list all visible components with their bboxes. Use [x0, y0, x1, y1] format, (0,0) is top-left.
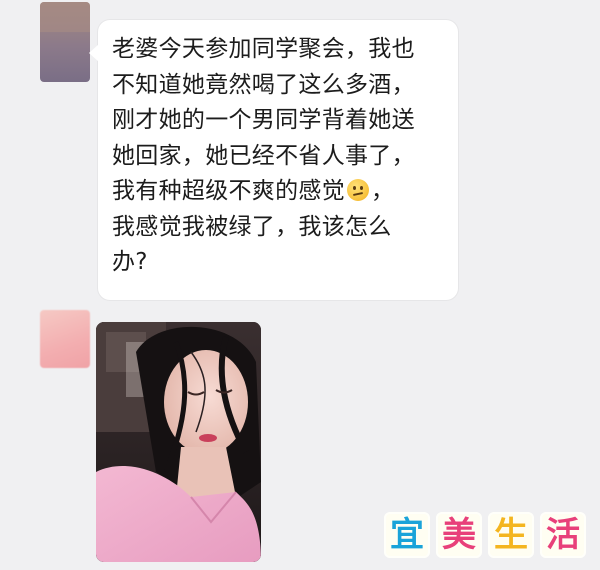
watermark-char: 生: [488, 512, 534, 558]
message-line-punct: ，: [371, 178, 395, 204]
message-line: 我有种超级不爽的感觉: [112, 178, 345, 204]
incoming-message-bubble[interactable]: 老婆今天参加同学聚会，我也 不知道她竟然喝了这么多酒， 刚才她的一个男同学背着她…: [89, 20, 458, 300]
confused-face-icon: [347, 179, 369, 201]
message-line: 刚才她的一个男同学背着她送: [112, 107, 415, 133]
message-line: 办?: [112, 249, 148, 275]
sender-avatar-top[interactable]: [40, 2, 90, 82]
message-line: 老婆今天参加同学聚会，我也: [112, 36, 415, 62]
watermark-char: 美: [436, 512, 482, 558]
message-line: 不知道她竟然喝了这么多酒，: [112, 71, 415, 98]
sender-avatar-bottom[interactable]: [40, 310, 90, 368]
photo-woman-asleep-icon: [96, 322, 261, 562]
message-line: 她回家，她已经不省人事了，: [112, 142, 415, 169]
watermark-logo: 宜 美 生 活: [384, 512, 588, 558]
watermark-char: 宜: [384, 512, 430, 558]
watermark-char: 活: [540, 512, 586, 558]
image-message[interactable]: [96, 322, 261, 562]
message-text: 老婆今天参加同学聚会，我也 不知道她竟然喝了这么多酒， 刚才她的一个男同学背着她…: [112, 32, 450, 281]
message-line-with-emoji: 我有种超级不爽的感觉 ，: [112, 174, 450, 210]
message-line: 我感觉我被绿了，我该怎么: [112, 213, 392, 240]
